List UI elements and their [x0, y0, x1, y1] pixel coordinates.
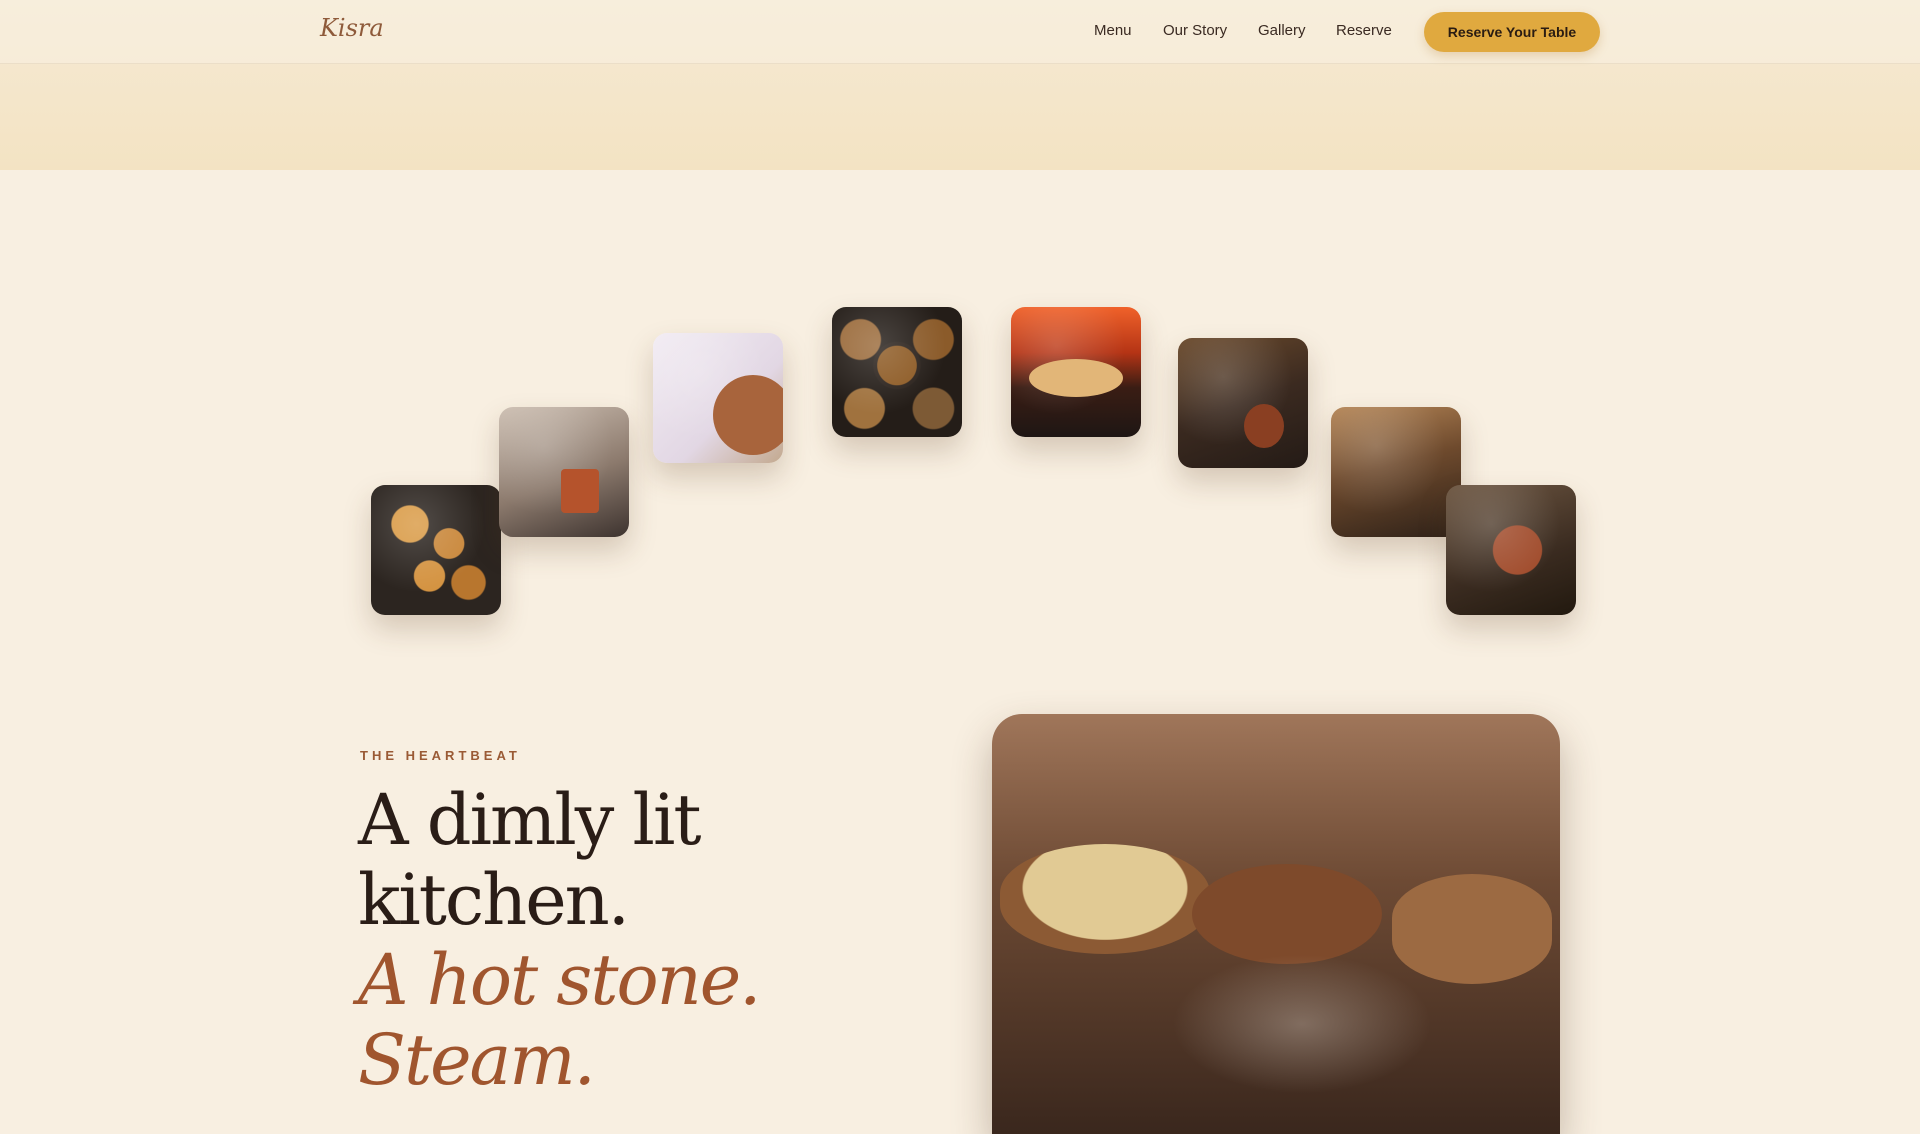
gallery-image-roast-feast[interactable]: [1446, 485, 1576, 615]
nav-link-reserve[interactable]: Reserve: [1336, 22, 1392, 39]
gallery-image-spice-bowl[interactable]: [653, 333, 783, 463]
headline-line-2: kitchen.: [358, 859, 630, 941]
logo[interactable]: Kisra: [320, 14, 384, 42]
batter-bowl: [1000, 844, 1210, 954]
nav-link-our-story[interactable]: Our Story: [1163, 22, 1227, 39]
gallery-image-clay-pot-fire[interactable]: [499, 407, 629, 537]
navbar: Kisra Menu Our Story Gallery Reserve Res…: [0, 0, 1920, 64]
gallery-image-coffee-pot[interactable]: [1178, 338, 1308, 468]
nav-link-menu[interactable]: Menu: [1094, 22, 1132, 39]
headline-line-3: A hot stone.: [358, 939, 761, 1021]
reserve-table-button[interactable]: Reserve Your Table: [1424, 12, 1600, 52]
gallery-image-bread-oven[interactable]: [1011, 307, 1141, 437]
section-eyebrow: THE HEARTBEAT: [360, 748, 521, 763]
nav-link-gallery[interactable]: Gallery: [1258, 22, 1306, 39]
headline-line-4: Steam.: [358, 1019, 596, 1101]
kitchen-photo: [992, 714, 1560, 1134]
gallery-image-dates[interactable]: [371, 485, 501, 615]
clay-bowl: [1192, 864, 1382, 964]
gallery-image-baskets[interactable]: [1331, 407, 1461, 537]
steam: [1172, 954, 1432, 1094]
headline-line-1: A dimly lit: [358, 779, 701, 861]
gallery-image-dishes-platter[interactable]: [832, 307, 962, 437]
